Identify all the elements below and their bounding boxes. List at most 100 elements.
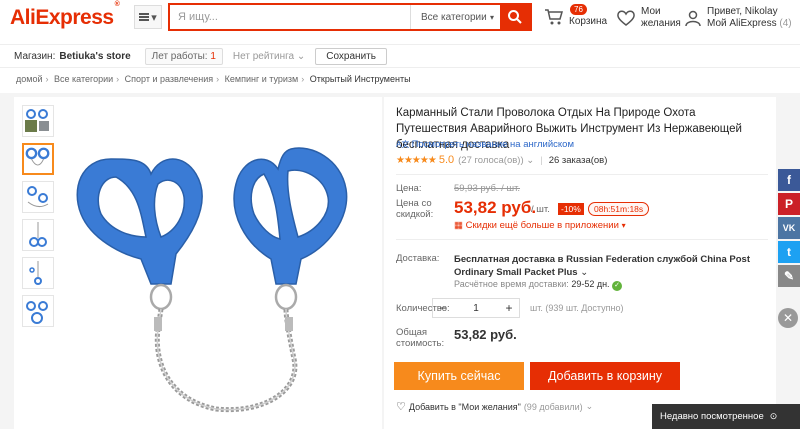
quantity-input[interactable]: 1 bbox=[453, 299, 499, 317]
store-name-link[interactable]: Betiuka's store bbox=[59, 51, 130, 62]
facebook-icon[interactable]: f bbox=[778, 169, 800, 191]
wishlist-count: (99 добавили) bbox=[523, 401, 583, 412]
chevron-down-icon: ⌄ bbox=[585, 401, 594, 411]
app-discount-link[interactable]: ▦ Скидки ещё больше в приложении ▾ bbox=[454, 220, 626, 231]
my-aliexpress-label: Мой AliExpress bbox=[707, 18, 777, 29]
delivery-time: Расчётное время доставки: 29-52 дн. ✓ bbox=[454, 279, 623, 291]
chevron-down-icon: ▾ bbox=[489, 12, 494, 22]
discount-price-label-line2: скидкой: bbox=[396, 209, 434, 220]
thumbnail-1[interactable] bbox=[22, 105, 54, 137]
thumbnail-4[interactable] bbox=[22, 219, 54, 251]
shipping-method-link[interactable]: Бесплатная доставка в Russian Federation… bbox=[454, 253, 770, 279]
translate-title-link[interactable]: A文 Посмотреть название на английском bbox=[396, 139, 574, 150]
shipping-label: Доставка: bbox=[396, 253, 440, 264]
old-price: 59,93 руб. / шт. bbox=[454, 183, 521, 194]
breadcrumb-current[interactable]: Открытый Инструменты bbox=[310, 74, 411, 84]
store-rating-dropdown[interactable]: Нет рейтинга ⌄ bbox=[233, 51, 305, 62]
product-info-panel: Карманный Стали Проволока Отдых На Приро… bbox=[384, 97, 776, 429]
quantity-stepper: − 1 + bbox=[432, 298, 520, 318]
caret-down-icon: ▾ bbox=[621, 221, 626, 230]
total-price: 53,82 руб. bbox=[454, 327, 517, 342]
pinterest-icon[interactable]: P bbox=[778, 193, 800, 215]
social-share-bar: f P VK t ✎ bbox=[778, 169, 800, 289]
price-label: Цена: bbox=[396, 183, 422, 194]
chevron-down-icon: ⌄ bbox=[580, 267, 589, 278]
add-to-wishlist-link[interactable]: ♡ Добавить в "Мои желания" (99 добавили)… bbox=[396, 400, 593, 413]
discount-badge: -10% bbox=[558, 203, 584, 215]
translate-icon: A文 bbox=[396, 140, 412, 149]
translate-title-label: Посмотреть название на английском bbox=[411, 139, 574, 150]
votes-link[interactable]: (27 голоса(ов)) ⌄ bbox=[458, 155, 534, 166]
chevron-up-icon: ⊙ bbox=[769, 411, 778, 421]
recently-viewed-bar[interactable]: Недавно посмотренное ⊙ bbox=[652, 404, 800, 429]
check-icon: ✓ bbox=[612, 281, 623, 291]
current-price: 53,82 руб. bbox=[454, 198, 537, 217]
total-label-line2: стоимость: bbox=[396, 338, 445, 349]
price-unit: / шт. bbox=[531, 204, 550, 215]
shipping-method-label: Бесплатная доставка в Russian Federation… bbox=[454, 254, 750, 278]
twitter-icon[interactable]: t bbox=[778, 241, 800, 263]
search-category-label: Все категории bbox=[421, 11, 487, 23]
search-bar: Все категории ▾ bbox=[168, 3, 532, 31]
thumbnail-6[interactable] bbox=[22, 295, 54, 327]
breadcrumb-all-categories[interactable]: Все категории bbox=[54, 74, 113, 84]
chevron-down-icon: ⌄ bbox=[296, 50, 306, 62]
rating-row: ★★★★★ 5.0 (27 голоса(ов)) ⌄ | 26 заказа(… bbox=[396, 154, 608, 166]
image-gallery bbox=[14, 97, 382, 429]
thumbnail-2[interactable] bbox=[22, 143, 54, 175]
heart-plus-icon: ♡ bbox=[396, 401, 406, 413]
breadcrumb: домой › Все категории › Спорт и развлечени… bbox=[16, 74, 411, 84]
thumbnail-image bbox=[26, 301, 48, 324]
cart-icon bbox=[545, 9, 563, 25]
account-link[interactable]: Привет, Nikolay Мой AliExpress (4) bbox=[684, 6, 792, 30]
account-count: (4) bbox=[779, 18, 792, 29]
search-button[interactable] bbox=[500, 5, 530, 29]
account-greeting: Привет, Nikolay bbox=[707, 6, 778, 17]
store-years-label: Лет работы: bbox=[151, 50, 208, 62]
breadcrumb-sport[interactable]: Спорт и развлечения bbox=[125, 74, 213, 84]
total-label-line1: Общая bbox=[396, 327, 428, 338]
thumbnail-image bbox=[29, 222, 47, 247]
rating-score: 5.0 bbox=[438, 154, 455, 166]
wishlist-link[interactable]: Мои желания bbox=[616, 6, 681, 30]
availability-text: шт. (939 шт. Доступно) bbox=[530, 303, 624, 313]
breadcrumb-camping[interactable]: Кемпинг и туризм bbox=[225, 74, 299, 84]
orders-count: 26 заказа(ов) bbox=[548, 154, 608, 166]
divider bbox=[396, 239, 768, 240]
chevron-down-icon: ⌄ bbox=[526, 154, 535, 166]
wishlist-line2: желания bbox=[641, 18, 681, 29]
user-icon bbox=[685, 10, 701, 27]
thumbnail-3[interactable] bbox=[22, 181, 54, 213]
store-years-pill[interactable]: Лет работы: 1 bbox=[144, 47, 223, 65]
category-menu-button[interactable]: ▾ bbox=[134, 5, 162, 29]
menu-icon bbox=[139, 13, 150, 21]
delivery-time-value: 29-52 дн. bbox=[571, 279, 610, 289]
add-to-wishlist-label: Добавить в "Мои желания" bbox=[408, 401, 521, 412]
product-main-image bbox=[76, 147, 348, 413]
votes-count: (27 голоса(ов)) bbox=[458, 154, 524, 166]
app-discount-label: Скидки ещё больше в приложении bbox=[465, 220, 619, 231]
cart-count-badge: 76 bbox=[570, 4, 587, 15]
edit-icon[interactable]: ✎ bbox=[778, 265, 800, 287]
close-icon[interactable]: ✕ bbox=[778, 308, 798, 328]
thumbnail-5[interactable] bbox=[22, 257, 54, 289]
store-years-value: 1 bbox=[210, 50, 216, 62]
add-to-cart-button[interactable]: Добавить в корзину bbox=[530, 362, 680, 390]
breadcrumb-home[interactable]: домой bbox=[16, 74, 42, 84]
plus-icon[interactable]: + bbox=[499, 299, 519, 317]
search-category-select[interactable]: Все категории ▾ bbox=[410, 5, 500, 29]
aliexpress-logo[interactable]: AliExpress® bbox=[10, 1, 120, 30]
wishlist-line1: Мои bbox=[641, 6, 661, 17]
buy-now-button[interactable]: Купить сейчас bbox=[394, 362, 524, 390]
cart-label: Корзина bbox=[569, 16, 608, 27]
minus-icon[interactable]: − bbox=[433, 299, 453, 317]
vk-icon[interactable]: VK bbox=[778, 217, 800, 239]
store-bar: Магазин: Betiuka's store Лет работы: 1 Н… bbox=[0, 44, 800, 68]
discount-price-label: Цена со скидкой: bbox=[396, 198, 433, 220]
search-input[interactable] bbox=[170, 5, 410, 29]
recently-viewed-label: Недавно посмотренное bbox=[660, 411, 764, 422]
heart-icon bbox=[617, 10, 635, 26]
save-store-button[interactable]: Сохранить bbox=[315, 47, 387, 65]
delivery-time-label: Расчётное время доставки: bbox=[454, 279, 569, 289]
total-label: Общая стоимость: bbox=[396, 327, 444, 349]
